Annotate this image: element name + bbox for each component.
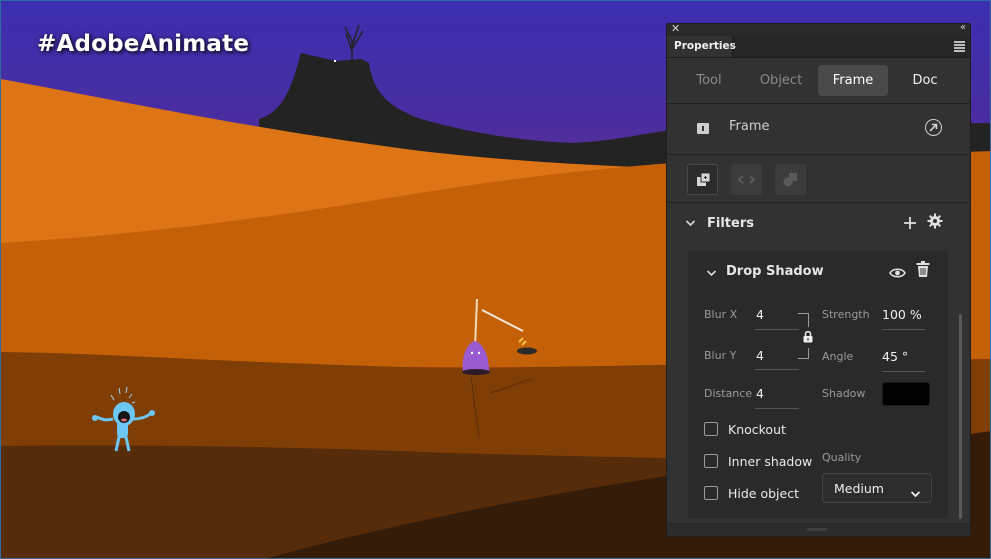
chevron-down-icon[interactable] [685, 217, 696, 230]
blur-y-label: Blur Y [704, 349, 737, 362]
knockout-label: Knockout [728, 422, 786, 437]
panel-menu-icon[interactable] [954, 41, 965, 53]
tab-doc[interactable]: Doc [890, 65, 960, 96]
hide-object-checkbox[interactable] [704, 486, 718, 500]
create-tween-button[interactable] [687, 164, 718, 195]
tab-frame[interactable]: Frame [818, 65, 888, 96]
distance-label: Distance [704, 387, 753, 400]
goto-arrow-icon[interactable] [925, 119, 942, 136]
screen-frame: #AdobeAnimate ✕ ‹‹ Properties Tool Objec… [0, 0, 991, 559]
add-filter-icon[interactable] [903, 211, 917, 235]
trash-icon[interactable] [916, 261, 930, 282]
shape-tween-icon [783, 173, 797, 187]
filters-label: Filters [707, 216, 754, 231]
panel-titlebar: ✕ ‹‹ [667, 22, 970, 36]
tab-properties[interactable]: Properties [667, 36, 736, 57]
blur-x-value[interactable]: 4 [756, 307, 764, 322]
chevron-down-icon[interactable] [706, 267, 717, 280]
shadow-label: Shadow [822, 387, 866, 400]
lock-icon[interactable] [803, 327, 813, 348]
filters-header[interactable]: Filters [667, 204, 970, 244]
blur-y-underline [755, 369, 799, 370]
eye-icon[interactable] [889, 264, 906, 283]
tiny-figure [334, 60, 336, 62]
classic-tween-button[interactable] [731, 164, 762, 195]
distance-underline [755, 408, 799, 409]
strength-label: Strength [822, 308, 870, 321]
quality-label: Quality [822, 451, 862, 464]
quality-dropdown[interactable]: Medium [822, 473, 932, 503]
quality-value: Medium [834, 481, 884, 496]
angle-label: Angle [822, 350, 854, 363]
tab-object[interactable]: Object [746, 65, 816, 96]
gear-icon[interactable] [927, 213, 943, 233]
chevron-down-icon [910, 483, 921, 502]
hide-object-label: Hide object [728, 486, 799, 501]
frame-label: Frame [729, 119, 770, 134]
inner-shadow-label: Inner shadow [728, 454, 813, 469]
collapse-panel-icon[interactable]: ‹‹ [960, 22, 966, 33]
blur-y-value[interactable]: 4 [756, 348, 764, 363]
panel-scrollbar[interactable] [959, 314, 962, 519]
frame-section: Frame [667, 104, 970, 155]
angle-underline [882, 371, 925, 372]
knockout-checkbox[interactable] [704, 422, 718, 436]
duplicate-icon [697, 172, 711, 186]
blur-x-underline [755, 329, 799, 330]
panel-resize-grip[interactable] [667, 523, 970, 536]
close-icon[interactable]: ✕ [671, 22, 680, 35]
distance-value[interactable]: 4 [756, 386, 764, 401]
code-arrows-icon [737, 175, 756, 184]
frame-actions-row [667, 155, 970, 203]
panel-tab-row: Properties [667, 36, 970, 58]
inner-shadow-checkbox[interactable] [704, 454, 718, 468]
shape-tween-button[interactable] [775, 164, 806, 195]
property-tabs: Tool Object Frame Doc [667, 58, 970, 104]
frame-icon [697, 123, 709, 134]
hashtag-watermark: #AdobeAnimate [37, 31, 250, 57]
drop-shadow-title: Drop Shadow [726, 264, 824, 279]
blur-x-label: Blur X [704, 308, 738, 321]
strength-value[interactable]: 100 % [882, 307, 922, 322]
strength-underline [882, 329, 925, 330]
tab-tool[interactable]: Tool [674, 65, 744, 96]
angle-value[interactable]: 45 ° [882, 349, 908, 364]
drop-shadow-filter: Drop Shadow Blur X 4 Blur Y 4 Strength 1… [688, 251, 948, 519]
shadow-color-swatch[interactable] [882, 382, 930, 406]
properties-panel: ✕ ‹‹ Properties Tool Object Frame Doc Fr… [666, 22, 971, 537]
